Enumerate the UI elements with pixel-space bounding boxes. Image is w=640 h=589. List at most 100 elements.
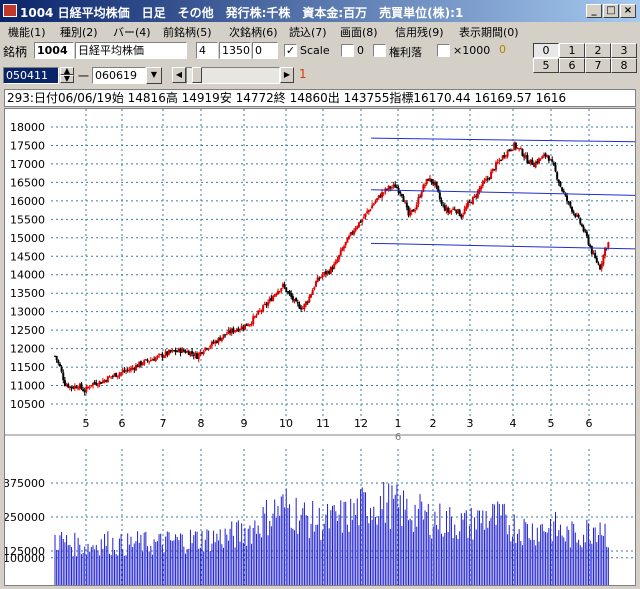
close-button[interactable]: × [620,4,636,18]
candle-body [372,203,375,206]
candle-body [80,383,83,389]
grid-button-7[interactable]: 7 [585,58,611,73]
month-tick-label: 11 [316,417,330,430]
menu-next-symbol[interactable]: 次銘柄(6) [229,24,278,40]
grid-button-8[interactable]: 8 [611,58,637,73]
candle-body [594,252,597,258]
grid-button-1[interactable]: 1 [559,43,585,58]
grid-button-6[interactable]: 6 [559,58,585,73]
candle-body [399,191,402,194]
candle-body [585,231,588,237]
candle-body [414,210,417,212]
candle-body [587,236,590,245]
candle-body [566,195,569,202]
date-from-input[interactable]: 050411 [3,67,59,84]
candle-body [561,187,564,191]
menu-type[interactable]: 種別(2) [60,24,98,40]
month-tick-label: 9 [241,417,248,430]
scale-checkbox[interactable]: ✓ [284,44,297,57]
price-tick-label: 18000 [10,121,45,134]
candle-body [316,277,319,283]
date-to-dropdown-icon[interactable]: ▼ [146,67,162,84]
candle-body [143,360,146,365]
candle-body [607,242,610,248]
x1000-checkbox[interactable] [437,44,450,57]
menu-period[interactable]: 表示期間(0) [459,24,519,40]
candle-body [496,162,499,164]
grid-button-0[interactable]: 0 [533,43,559,58]
volume-y-axis: 375000250000125000100000 [3,477,45,565]
price-tick-label: 16000 [10,195,45,208]
menu-prev-symbol[interactable]: 前銘柄(5) [163,24,212,40]
candle-body [247,325,250,327]
param-b-input[interactable]: 1350 [219,42,251,59]
candle-body [364,213,367,217]
param-a-input[interactable]: 4 [196,42,218,59]
candle-body [202,351,205,354]
candle-body [604,248,607,256]
scroll-left-icon[interactable]: ◀ [172,67,186,83]
symbol-name-input[interactable]: 日経平均株価 [75,42,187,59]
menu-function[interactable]: 機能(1) [8,24,46,40]
candle-body [313,287,316,290]
candle-body [343,246,346,249]
date-from-down-icon[interactable]: ▼ [60,75,74,83]
candle-body [539,158,542,160]
candle-body [154,357,157,362]
menu-bar-type[interactable]: バー(4) [113,24,151,40]
candle-body [584,230,587,232]
window-title: 1004 日経平均株価 日足 その他 発行株:千株 資本金:百万 売買単位(株)… [20,6,464,20]
candle-body [125,370,128,372]
candle-body [602,254,605,265]
grid-button-3[interactable]: 3 [611,43,637,58]
maximize-button[interactable]: □ [603,4,619,18]
candle-body [207,348,210,350]
scroll-marker: 1 [299,67,307,81]
candle-body [402,196,405,202]
candle-body [283,284,286,288]
volume-tick-label: 100000 [5,552,45,565]
candle-body [278,291,281,293]
month-tick-label: 12 [354,417,368,430]
price-tick-label: 16500 [10,176,45,189]
price-tick-label: 17500 [10,139,45,152]
menu-screen[interactable]: 画面(8) [340,24,378,40]
candle-body [556,172,559,180]
param-c-input[interactable]: 0 [252,42,278,59]
zero-checkbox[interactable] [341,44,354,57]
minimize-button[interactable]: _ [586,4,602,18]
candle-body [111,375,114,377]
rights-checkbox[interactable] [373,44,386,57]
candle-body [374,201,377,204]
candle-body [267,302,270,306]
scroll-thumb[interactable] [192,67,202,83]
candle-body [88,387,91,389]
candle-body [371,205,374,209]
month-tick-label: 1 [395,417,402,430]
volume-tick-label: 250000 [5,511,45,524]
candle-body [571,206,574,212]
candle-body [511,149,514,151]
month-tick-label: 6 [119,417,126,430]
menu-bar: 機能(1) 種別(2) バー(4) 前銘柄(5) 次銘柄(6) 読込(7) 画面… [0,22,640,41]
x1000-value: 0 [499,43,506,56]
chart-svg: 18000 17500 17000 16500 16000 15500 15000 14500… [3,109,636,585]
date-to-input[interactable]: 060619 [92,67,146,84]
price-tick-label: 14000 [10,269,45,282]
menu-margin[interactable]: 信用残(9) [395,24,444,40]
scale-label: Scale [300,44,330,57]
trend-lines [370,137,636,250]
symbol-label: 銘柄 [3,45,28,59]
scroll-right-icon[interactable]: ▶ [280,67,294,83]
grid-button-2[interactable]: 2 [585,43,611,58]
volume-bars [54,481,609,585]
menu-load[interactable]: 読込(7) [289,24,327,40]
candle-body [541,156,544,159]
price-tick-label: 17000 [10,158,45,171]
price-tick-label: 12000 [10,343,45,356]
candle-body [95,382,98,385]
price-x-axis: 5 6 7 8 9 10 11 12 1 2 3 4 5 66 [83,417,593,443]
symbol-code-input[interactable]: 1004 [34,42,74,59]
candle-body [341,248,344,251]
grid-button-5[interactable]: 5 [533,58,559,73]
